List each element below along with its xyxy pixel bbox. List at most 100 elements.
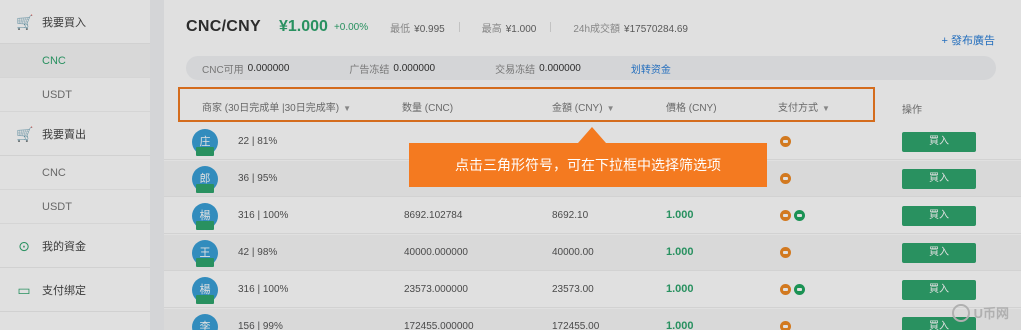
table-row: 楊 316 | 100% 23573.000000 23573.00 1.000 買入 xyxy=(164,272,1021,308)
price-cell: 1.000 xyxy=(666,209,694,221)
coin-icon: ⊙ xyxy=(18,237,30,254)
volume-stat: 24h成交額 ¥17570284.69 xyxy=(573,20,688,35)
payment-methods xyxy=(780,136,791,147)
amount-cell: 172455.000000 xyxy=(404,321,474,330)
merchant-stats: 156 | 99% xyxy=(238,321,283,330)
sidebar-section-buy[interactable]: 🛒 我要買入 xyxy=(0,0,150,44)
sidebar-section-sell[interactable]: 🛒 我要賣出 xyxy=(0,112,150,156)
transfer-funds-link[interactable]: 划转资金 xyxy=(631,61,671,76)
divider xyxy=(550,22,552,32)
avatar[interactable]: 郎 xyxy=(192,166,218,193)
sidebar-section-label: 支付绑定 xyxy=(42,284,86,297)
trade-frozen-value: 0.000000 xyxy=(539,62,581,74)
merchant-stats: 22 | 81% xyxy=(238,136,278,147)
avatar[interactable]: 李 xyxy=(192,314,218,330)
avatar[interactable]: 庄 xyxy=(192,129,218,156)
header-payment[interactable]: 支付方式 ▼ xyxy=(778,99,830,114)
price-change: +0.00% xyxy=(333,21,369,33)
header-total-label: 金額 (CNY) xyxy=(552,103,603,114)
sidebar-section-label: 我要賣出 xyxy=(42,128,86,141)
verified-badge-icon xyxy=(196,258,214,267)
buy-button[interactable]: 買入 xyxy=(902,132,976,152)
buy-button[interactable]: 買入 xyxy=(902,169,976,189)
buy-button[interactable]: 買入 xyxy=(902,280,976,300)
buy-button[interactable]: 買入 xyxy=(902,243,976,263)
total-cell: 40000.00 xyxy=(552,247,594,258)
low-label: 最低 xyxy=(390,23,411,35)
pair-title: CNC/CNY xyxy=(186,18,261,35)
merchant-stats: 316 | 100% xyxy=(238,284,289,295)
payment-methods xyxy=(780,247,791,258)
merchant-stats: 36 | 95% xyxy=(238,173,278,184)
ad-frozen-label: 广告冻结 xyxy=(349,64,390,76)
bank-card-icon xyxy=(780,136,791,147)
watermark: U币网 xyxy=(951,303,1009,322)
payment-methods xyxy=(780,210,805,221)
payment-methods xyxy=(780,284,805,295)
tooltip-arrow xyxy=(578,127,606,143)
header-price: 價格 (CNY) xyxy=(666,103,717,114)
caret-down-icon[interactable]: ▼ xyxy=(607,104,615,113)
sidebar-item-buy-cnc[interactable]: CNC xyxy=(0,44,150,78)
bank-card-icon xyxy=(780,321,791,330)
cart-icon: 🛒 xyxy=(16,13,34,30)
sidebar-section-label: 我的資金 xyxy=(42,240,86,253)
header-amount: 数量 (CNC) xyxy=(402,103,454,114)
caret-down-icon[interactable]: ▼ xyxy=(343,104,351,113)
table-row: 李 156 | 99% 172455.000000 172455.00 1.000 買入 xyxy=(164,309,1021,330)
sidebar-item-funds[interactable]: ⊙ 我的資金 xyxy=(0,224,150,268)
buy-button[interactable]: 買入 xyxy=(902,206,976,226)
sidebar-item-sell-usdt[interactable]: USDT xyxy=(0,190,150,224)
verified-badge-icon xyxy=(196,184,214,193)
guide-tooltip: 点击三角形符号，可在下拉框中选择筛选项 xyxy=(409,143,767,187)
wechat-pay-icon xyxy=(794,284,805,295)
table-header-highlight: 商家 (30日完成单 |30日完成率) ▼ 数量 (CNC) 金額 (CNY) ▼ … xyxy=(178,87,875,122)
wechat-pay-icon xyxy=(794,210,805,221)
trade-frozen-label: 交易冻结 xyxy=(495,64,536,76)
publish-ad-link[interactable]: + 發布廣告 xyxy=(942,32,995,48)
low-stat: 最低 ¥0.995 xyxy=(390,20,445,35)
market-header: CNC/CNY ¥1.000 +0.00% 最低 ¥0.995 最高 ¥1.000 … xyxy=(164,0,1021,54)
table-row: 王 42 | 98% 40000.000000 40000.00 1.000 買入 xyxy=(164,235,1021,271)
merchant-stats: 316 | 100% xyxy=(238,210,289,221)
avatar[interactable]: 王 xyxy=(192,240,218,267)
sidebar: 🛒 我要買入 CNC USDT 🛒 我要賣出 CNC USDT ⊙ 我的資金 ▭… xyxy=(0,0,150,330)
balance-bar: CNC可用 0.000000 广告冻结 0.000000 交易冻结 0.0000… xyxy=(186,56,996,80)
high-value: ¥1.000 xyxy=(505,23,537,35)
bank-card-icon xyxy=(780,210,791,221)
merchant-stats: 42 | 98% xyxy=(238,247,278,258)
sidebar-item-buy-usdt[interactable]: USDT xyxy=(0,78,150,112)
price-cell: 1.000 xyxy=(666,320,694,330)
high-label: 最高 xyxy=(481,23,502,35)
last-price: ¥1.000 xyxy=(279,18,328,35)
header-ops: 操作 xyxy=(902,105,922,116)
verified-badge-icon xyxy=(196,221,214,230)
caret-down-icon[interactable]: ▼ xyxy=(822,104,830,113)
table-row: 楊 316 | 100% 8692.102784 8692.10 1.000 買入 xyxy=(164,198,1021,234)
header-merchant[interactable]: 商家 (30日完成单 |30日完成率) ▼ xyxy=(202,99,351,114)
card-icon: ▭ xyxy=(17,281,31,298)
sidebar-item-payment[interactable]: ▭ 支付绑定 xyxy=(0,268,150,312)
verified-badge-icon xyxy=(196,295,214,304)
total-cell: 8692.10 xyxy=(552,210,589,221)
watermark-text: U币网 xyxy=(973,306,1009,321)
ad-frozen-value: 0.000000 xyxy=(393,62,436,74)
header-total[interactable]: 金額 (CNY) ▼ xyxy=(552,99,614,114)
payment-methods xyxy=(780,173,791,184)
available-value: 0.000000 xyxy=(247,62,290,74)
sidebar-item-sell-cnc[interactable]: CNC xyxy=(0,156,150,190)
amount-cell: 8692.102784 xyxy=(404,210,463,221)
total-cell: 23573.00 xyxy=(552,284,594,295)
bank-card-icon xyxy=(780,284,791,295)
divider xyxy=(458,22,460,32)
amount-cell: 23573.000000 xyxy=(404,284,468,295)
verified-badge-icon xyxy=(196,147,214,156)
price-cell: 1.000 xyxy=(666,246,694,258)
avatar[interactable]: 楊 xyxy=(192,277,218,304)
volume-value: ¥17570284.69 xyxy=(624,23,688,35)
avatar-initial: 李 xyxy=(199,321,211,330)
price-cell: 1.000 xyxy=(666,283,694,295)
avatar[interactable]: 楊 xyxy=(192,203,218,230)
low-value: ¥0.995 xyxy=(414,23,445,35)
bank-card-icon xyxy=(780,247,791,258)
